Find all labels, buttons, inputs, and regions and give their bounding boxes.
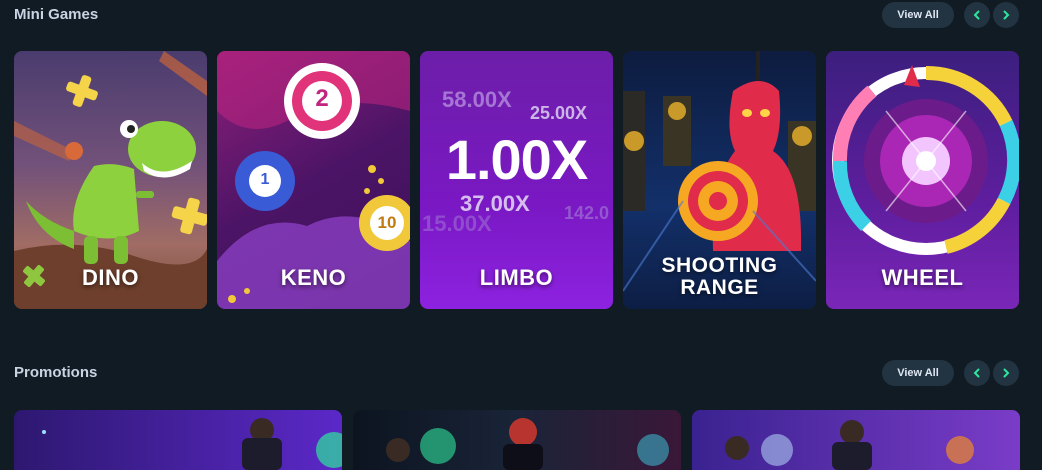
- keno-ball-number: 10: [377, 213, 397, 232]
- mini-games-view-all-button[interactable]: View All: [882, 2, 954, 28]
- game-card-label: LIMBO: [479, 265, 554, 290]
- game-card-wheel[interactable]: WHEEL: [826, 51, 1019, 309]
- promotion-artwork: [725, 420, 974, 470]
- limbo-main-multiplier: 1.00X: [445, 128, 588, 191]
- limbo-multiplier: 58.00X: [442, 87, 512, 112]
- game-card-shooting-range[interactable]: SHOOTING RANGE: [623, 51, 816, 309]
- limbo-multiplier: 25.00X: [530, 103, 588, 123]
- promotions-next-button[interactable]: [993, 360, 1019, 386]
- promotions-title: Promotions: [14, 364, 98, 381]
- game-card-limbo[interactable]: 58.00X 25.00X 1.00X 37.00X 15.00X 142.0 …: [420, 51, 613, 309]
- mini-games-next-button[interactable]: [993, 2, 1019, 28]
- chevron-right-icon: [1003, 10, 1010, 20]
- game-card-label: KENO: [280, 265, 347, 290]
- chevron-left-icon: [973, 368, 980, 378]
- chevron-left-icon: [973, 10, 980, 20]
- promotions-prev-button[interactable]: [964, 360, 990, 386]
- chevron-right-icon: [1003, 368, 1010, 378]
- mini-games-title: Mini Games: [14, 6, 99, 23]
- game-card-label: SHOOTING RANGE: [623, 255, 816, 299]
- promotion-banner[interactable]: [353, 410, 681, 470]
- keno-ball-number: 1: [260, 171, 270, 188]
- game-card-label: WHEEL: [881, 265, 964, 290]
- limbo-multiplier: 15.00X: [422, 211, 492, 236]
- game-card-keno[interactable]: 2 1 10 KENO: [217, 51, 410, 309]
- promotions-view-all-button[interactable]: View All: [882, 360, 954, 386]
- keno-ball-number: 2: [315, 85, 329, 112]
- game-card-dino[interactable]: DINO: [14, 51, 207, 309]
- game-card-label-line: SHOOTING: [661, 254, 778, 277]
- game-card-label: DINO: [82, 265, 139, 290]
- promotion-banner[interactable]: [14, 410, 342, 470]
- promotion-banner[interactable]: [692, 410, 1020, 470]
- promotion-artwork: [42, 418, 342, 470]
- limbo-multiplier: 142.0: [564, 203, 610, 223]
- game-card-label-line: RANGE: [680, 276, 759, 299]
- mini-games-prev-button[interactable]: [964, 2, 990, 28]
- promotion-artwork: [386, 418, 669, 470]
